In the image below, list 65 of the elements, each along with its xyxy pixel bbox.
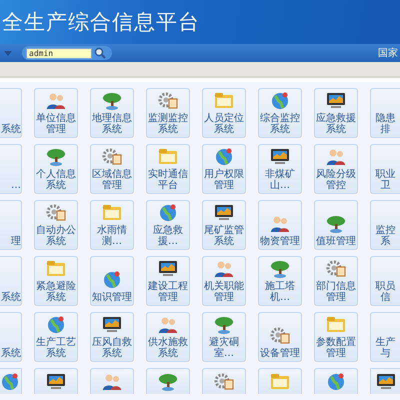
tree-icon [45,146,67,168]
app-tile[interactable]: 区域信息管理 [90,144,134,194]
app-tile[interactable]: 用户权限管理 [202,144,246,194]
app-tile[interactable]: 综合监控系统 [258,88,302,138]
app-tile[interactable]: 单位信息管理 [34,88,78,138]
app-tile[interactable]: 物资管理 [258,200,302,250]
search-icon[interactable] [94,47,106,59]
tree-icon [269,258,291,280]
app-tile[interactable]: 隐患排 [370,88,400,138]
app-tile[interactable]: 非煤矿山… [258,144,302,194]
app-tile[interactable] [0,368,22,394]
app-tile[interactable]: 值班管理 [314,200,358,250]
app-tile[interactable]: 生产与 [370,312,400,362]
app-tile[interactable]: … [0,144,22,194]
app-tile[interactable]: 知识管理 [90,256,134,306]
globe-icon [0,371,21,393]
app-tile[interactable]: 设备管理 [258,312,302,362]
app-tile[interactable]: 监控系 [370,200,400,250]
app-tile[interactable]: 应急救援系统 [314,88,358,138]
app-tile[interactable]: 风险分级管控 [314,144,358,194]
app-tile[interactable] [146,368,190,394]
app-tile[interactable]: 监测监控系统 [146,88,190,138]
tree-icon [325,213,347,235]
app-tile[interactable]: 供水施救系统 [146,312,190,362]
tree-icon [213,314,235,336]
app-tile[interactable]: 人员定位系统 [202,88,246,138]
app-tile[interactable]: 压风自救系统 [90,312,134,362]
app-tile[interactable]: 系统 [0,88,22,138]
app-tile[interactable]: 理 [0,200,22,250]
app-tile[interactable]: 紧急避险系统 [34,256,78,306]
app-tile[interactable]: 应急救援… [146,200,190,250]
app-tile[interactable]: 建设工程管理 [146,256,190,306]
app-tile[interactable]: 地理信息系统 [90,88,134,138]
app-tile[interactable]: 部门信息管理 [314,256,358,306]
app-tile[interactable] [258,368,302,394]
globe-icon [325,371,347,393]
globe-icon [101,269,123,291]
app-tile[interactable]: 参数配置管理 [314,312,358,362]
app-tile[interactable]: 自动办公系统 [34,200,78,250]
app-tile[interactable]: 个人信息系统 [34,144,78,194]
search-field[interactable]: admin [26,48,92,58]
app-tile[interactable]: 施工塔机… [258,256,302,306]
app-tile[interactable]: 机关职能管理 [202,256,246,306]
app-tile[interactable]: 尾矿监管系统 [202,200,246,250]
app-tile[interactable]: 系统 [0,256,22,306]
app-tile[interactable]: 职业卫 [370,144,400,194]
app-tile[interactable]: 避灾硐室… [202,312,246,362]
tree-icon [157,371,179,393]
app-tile[interactable] [34,368,78,394]
app-tile[interactable]: 实时通信平台 [146,144,190,194]
app-tile[interactable]: 水雨情测… [90,200,134,250]
app-tile[interactable] [90,368,134,394]
toolbar-text: 国家 [378,46,398,60]
globe-icon [269,90,291,112]
app-tile[interactable] [370,368,400,394]
app-tile[interactable] [314,368,358,394]
app-title: 全生产综合信息平台 [1,9,200,36]
globe-icon [45,314,67,336]
app-tile[interactable]: 系统 [0,312,22,362]
globe-icon [213,146,235,168]
tree-icon [101,90,123,112]
app-tile[interactable]: 生产工艺系统 [34,312,78,362]
app-tile[interactable] [202,368,246,394]
app-tile[interactable]: 职员信 [370,256,400,306]
globe-icon [157,202,179,224]
